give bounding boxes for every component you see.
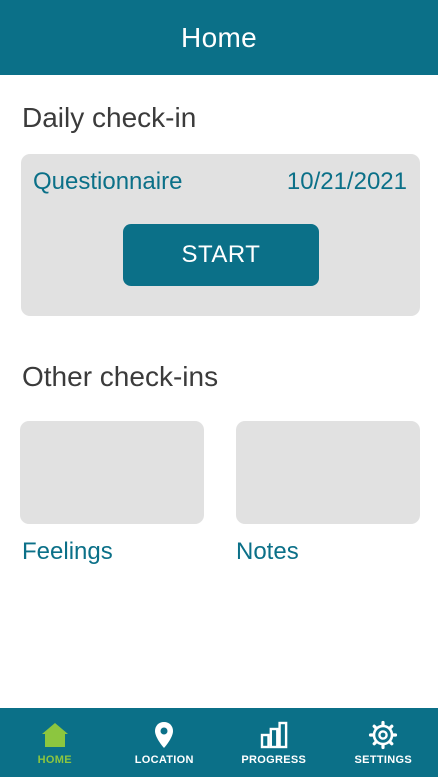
nav-label-location: LOCATION bbox=[134, 753, 194, 766]
start-button[interactable]: START bbox=[123, 224, 319, 286]
nav-label-progress: PROGRESS bbox=[241, 753, 307, 766]
nav-item-settings[interactable]: SETTINGS bbox=[329, 708, 438, 777]
page-title: Home bbox=[181, 21, 257, 53]
bottom-nav: HOME LOCATION PROGRESS SETTINGS bbox=[0, 708, 438, 777]
bar-chart-icon bbox=[260, 721, 288, 748]
other-checkins-heading: Other check-ins bbox=[22, 361, 219, 392]
nav-item-progress[interactable]: PROGRESS bbox=[219, 708, 329, 777]
notes-tile[interactable] bbox=[236, 421, 420, 524]
nav-label-settings: SETTINGS bbox=[354, 753, 412, 766]
nav-item-location[interactable]: LOCATION bbox=[110, 708, 220, 777]
feelings-link[interactable]: Feelings bbox=[22, 538, 113, 566]
gear-icon bbox=[369, 720, 398, 749]
nav-item-home[interactable]: HOME bbox=[0, 708, 110, 777]
feelings-tile[interactable] bbox=[20, 421, 204, 524]
questionnaire-title: Questionnaire bbox=[33, 168, 183, 195]
questionnaire-date: 10/21/2021 bbox=[286, 168, 407, 195]
nav-label-home: HOME bbox=[37, 753, 72, 766]
app-header: Home bbox=[0, 0, 438, 75]
daily-checkin-heading: Daily check-in bbox=[22, 102, 197, 133]
notes-link[interactable]: Notes bbox=[236, 538, 299, 566]
location-pin-icon bbox=[155, 721, 174, 748]
questionnaire-card: Questionnaire 10/21/2021 START bbox=[21, 154, 420, 316]
home-icon bbox=[41, 722, 68, 747]
